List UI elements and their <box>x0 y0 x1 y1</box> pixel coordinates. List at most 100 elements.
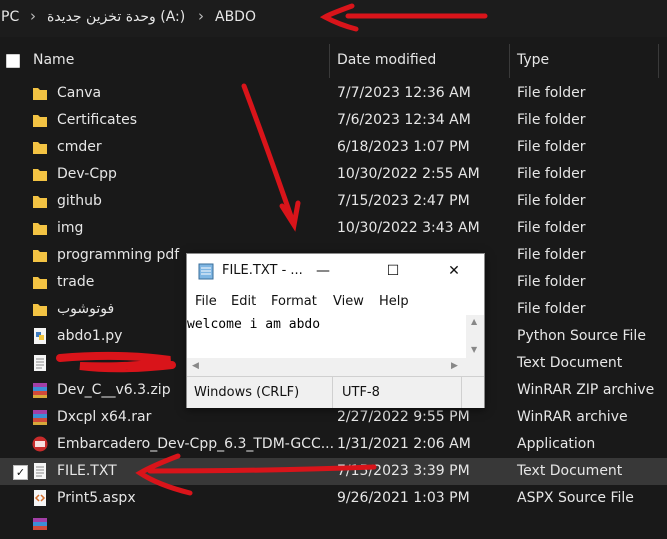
list-item[interactable]: Dxcpl x64.rar 2/27/2022 9:55 PM WinRAR a… <box>0 404 667 431</box>
line-ending-status: Windows (CRLF) <box>194 385 300 400</box>
column-name[interactable]: Name <box>33 52 74 68</box>
file-type: Python Source File <box>517 328 646 344</box>
column-type[interactable]: Type <box>517 52 549 68</box>
file-date: 10/30/2022 2:55 AM <box>337 166 480 182</box>
folder-icon <box>33 223 47 235</box>
file-date: 7/15/2023 3:39 PM <box>337 463 470 479</box>
scroll-right-icon[interactable]: ▶ <box>451 361 458 371</box>
column-divider[interactable] <box>658 44 659 78</box>
scroll-down-icon[interactable]: ▼ <box>471 345 477 354</box>
breadcrumb-separator-icon: › <box>30 7 36 25</box>
menu-help[interactable]: Help <box>379 294 409 309</box>
file-name: github <box>57 193 102 209</box>
list-item[interactable]: Canva 7/7/2023 12:36 AM File folder <box>0 80 667 107</box>
status-divider <box>332 377 333 408</box>
notepad-content: welcome i am abdo <box>187 317 321 332</box>
scroll-left-icon[interactable]: ◀ <box>192 361 199 371</box>
notepad-text-area[interactable]: welcome i am abdo <box>187 315 466 358</box>
list-item[interactable]: cmder 6/18/2023 1:07 PM File folder <box>0 134 667 161</box>
file-name: Dev_C__v6.3.zip <box>57 382 171 398</box>
folder-icon <box>33 277 47 289</box>
notepad-menu-bar: File Edit Format View Help <box>187 289 484 315</box>
status-divider <box>461 377 462 408</box>
breadcrumb-separator-icon: › <box>198 7 204 25</box>
vertical-scrollbar[interactable]: ▲ ▼ <box>466 315 484 358</box>
list-item[interactable]: Dev-Cpp 10/30/2022 2:55 AM File folder <box>0 161 667 188</box>
list-item[interactable]: img 10/30/2022 3:43 AM File folder <box>0 215 667 242</box>
python-file-icon <box>34 328 46 344</box>
breadcrumb-folder[interactable]: ABDO <box>215 9 256 25</box>
file-type: File folder <box>517 193 586 209</box>
file-type: Application <box>517 436 596 452</box>
devcpp-app-icon <box>32 436 48 452</box>
file-type: ASPX Source File <box>517 490 634 506</box>
file-name: Dev-Cpp <box>57 166 117 182</box>
file-type: File folder <box>517 112 586 128</box>
file-name: Dxcpl x64.rar <box>57 409 152 425</box>
file-type: File folder <box>517 166 586 182</box>
file-type: WinRAR ZIP archive <box>517 382 655 398</box>
list-item[interactable] <box>0 512 667 539</box>
folder-icon <box>33 250 47 262</box>
folder-icon <box>33 304 47 316</box>
close-button[interactable]: ✕ <box>431 254 477 289</box>
file-name: programming pdf <box>57 247 180 263</box>
maximize-button[interactable]: ☐ <box>370 254 416 289</box>
folder-icon <box>33 142 47 154</box>
file-date: 7/6/2023 12:34 AM <box>337 112 471 128</box>
file-name: abdo1.py <box>57 328 123 344</box>
notepad-title-bar[interactable]: FILE.TXT - ... — ☐ ✕ <box>187 254 484 289</box>
menu-format[interactable]: Format <box>271 294 317 309</box>
winrar-icon <box>33 518 47 530</box>
file-date: 10/30/2022 3:43 AM <box>337 220 480 236</box>
notepad-window[interactable]: FILE.TXT - ... — ☐ ✕ File Edit Format Vi… <box>186 253 485 408</box>
column-date[interactable]: Date modified <box>337 52 436 68</box>
list-item[interactable]: Embarcadero_Dev-Cpp_6.3_TDM-GCC... 1/31/… <box>0 431 667 458</box>
file-name: cmder <box>57 139 102 155</box>
file-date: 6/18/2023 1:07 PM <box>337 139 470 155</box>
file-type: File folder <box>517 274 586 290</box>
file-name: Certificates <box>57 112 138 128</box>
menu-file[interactable]: File <box>195 294 217 309</box>
file-date: 9/26/2021 1:03 PM <box>337 490 470 506</box>
minimize-button[interactable]: — <box>300 254 346 289</box>
address-bar[interactable]: PC › وحدة تخزين جديدة (A:) › ABDO <box>0 0 667 37</box>
file-date: 7/7/2023 12:36 AM <box>337 85 471 101</box>
winrar-icon <box>33 383 47 398</box>
breadcrumb-pc[interactable]: PC <box>1 9 19 25</box>
menu-edit[interactable]: Edit <box>231 294 256 309</box>
notepad-status-bar: Windows (CRLF) UTF-8 <box>187 376 484 408</box>
file-name: FILE.TXT <box>57 463 117 479</box>
list-item[interactable]: Certificates 7/6/2023 12:34 AM File fold… <box>0 107 667 134</box>
file-name: img <box>57 220 84 236</box>
file-date: 2/27/2022 9:55 PM <box>337 409 470 425</box>
list-item[interactable]: Print5.aspx 9/26/2021 1:03 PM ASPX Sourc… <box>0 485 667 512</box>
select-all-checkbox[interactable] <box>6 54 20 68</box>
file-name: فوتوشوب <box>57 301 115 317</box>
list-item[interactable]: github 7/15/2023 2:47 PM File folder <box>0 188 667 215</box>
scroll-up-icon[interactable]: ▲ <box>471 317 477 326</box>
folder-icon <box>33 169 47 181</box>
column-header: Name Date modified Type <box>0 44 667 78</box>
file-type: File folder <box>517 139 586 155</box>
folder-icon <box>33 88 47 100</box>
file-type: Text Document <box>517 463 623 479</box>
row-checkbox[interactable]: ✓ <box>13 465 28 480</box>
folder-icon <box>33 115 47 127</box>
file-type: File folder <box>517 85 586 101</box>
text-file-icon <box>34 355 46 371</box>
file-name: Embarcadero_Dev-Cpp_6.3_TDM-GCC... <box>57 436 335 452</box>
breadcrumb-drive[interactable]: وحدة تخزين جديدة (A:) <box>47 9 185 25</box>
file-type: File folder <box>517 220 586 236</box>
encoding-status: UTF-8 <box>342 385 380 400</box>
file-name: Print5.aspx <box>57 490 136 506</box>
notepad-icon <box>198 263 214 280</box>
list-item-selected[interactable]: ✓ FILE.TXT 7/15/2023 3:39 PM Text Docume… <box>0 458 667 485</box>
winrar-icon <box>33 410 47 425</box>
column-divider[interactable] <box>509 44 510 78</box>
menu-view[interactable]: View <box>333 294 364 309</box>
column-divider[interactable] <box>329 44 330 78</box>
text-file-icon <box>34 463 46 479</box>
horizontal-scrollbar[interactable]: ◀ ▶ <box>187 358 466 376</box>
file-type: WinRAR archive <box>517 409 628 425</box>
